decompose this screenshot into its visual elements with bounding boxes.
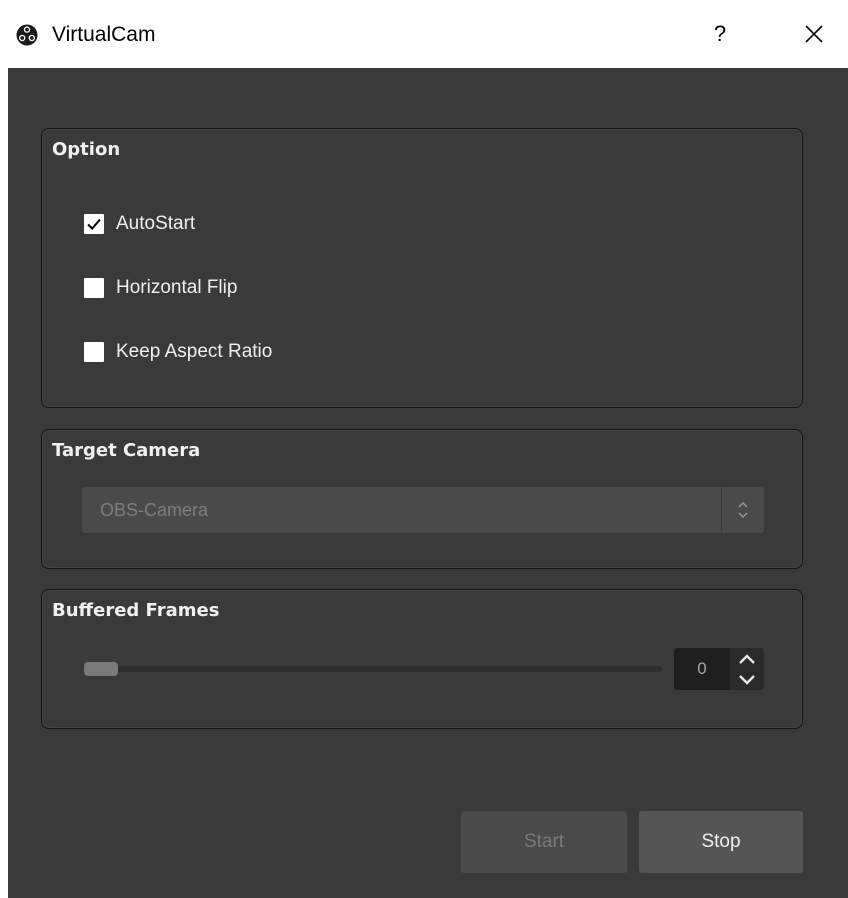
- virtualcam-dialog: VirtualCam ? Option AutoStart Horizontal…: [0, 0, 848, 898]
- obs-logo-icon: [16, 24, 38, 46]
- target-camera-select[interactable]: OBS-Camera: [82, 487, 764, 533]
- slider-groove: [84, 666, 662, 672]
- checkmark-icon: [87, 218, 101, 230]
- window-title: VirtualCam: [52, 23, 156, 46]
- slider-handle[interactable]: [84, 662, 118, 676]
- combo-arrow-button[interactable]: [721, 487, 764, 533]
- start-button[interactable]: Start: [461, 811, 627, 873]
- buffered-frames-value[interactable]: 0: [674, 648, 730, 690]
- autostart-checkbox[interactable]: AutoStart: [84, 213, 195, 235]
- up-down-chevron-icon: [738, 502, 748, 518]
- target-camera-selected-value: OBS-Camera: [100, 500, 209, 520]
- chevron-up-icon: [739, 653, 755, 664]
- autostart-label: AutoStart: [116, 213, 196, 234]
- title-bar: VirtualCam ?: [0, 0, 848, 68]
- keep-aspect-ratio-checkbox[interactable]: Keep Aspect Ratio: [84, 341, 272, 363]
- spin-arrows: [730, 648, 764, 690]
- buffered-frames-spinbox[interactable]: 0: [674, 648, 764, 690]
- keep-aspect-ratio-checkbox-box[interactable]: [84, 342, 104, 362]
- stop-button[interactable]: Stop: [639, 811, 803, 873]
- horizontal-flip-label: Horizontal Flip: [116, 277, 238, 298]
- option-group-title: Option: [52, 139, 121, 160]
- horizontal-flip-checkbox-box[interactable]: [84, 278, 104, 298]
- keep-aspect-ratio-label: Keep Aspect Ratio: [116, 341, 273, 362]
- chevron-down-icon: [739, 674, 755, 685]
- buffered-frames-group: Buffered Frames 0: [41, 589, 803, 729]
- help-button[interactable]: ?: [700, 14, 740, 54]
- spin-down-button[interactable]: [730, 669, 764, 690]
- horizontal-flip-checkbox[interactable]: Horizontal Flip: [84, 277, 237, 299]
- target-camera-group-title: Target Camera: [52, 440, 201, 461]
- close-icon: [805, 25, 823, 43]
- option-group: Option AutoStart Horizontal Flip Keep As…: [41, 128, 803, 408]
- dialog-body: Option AutoStart Horizontal Flip Keep As…: [8, 68, 848, 898]
- close-button[interactable]: [794, 14, 834, 54]
- autostart-checkbox-box[interactable]: [84, 214, 104, 234]
- spin-up-button[interactable]: [730, 648, 764, 669]
- target-camera-group: Target Camera OBS-Camera: [41, 429, 803, 569]
- buffered-frames-slider[interactable]: [84, 658, 662, 680]
- buffered-frames-group-title: Buffered Frames: [52, 600, 220, 621]
